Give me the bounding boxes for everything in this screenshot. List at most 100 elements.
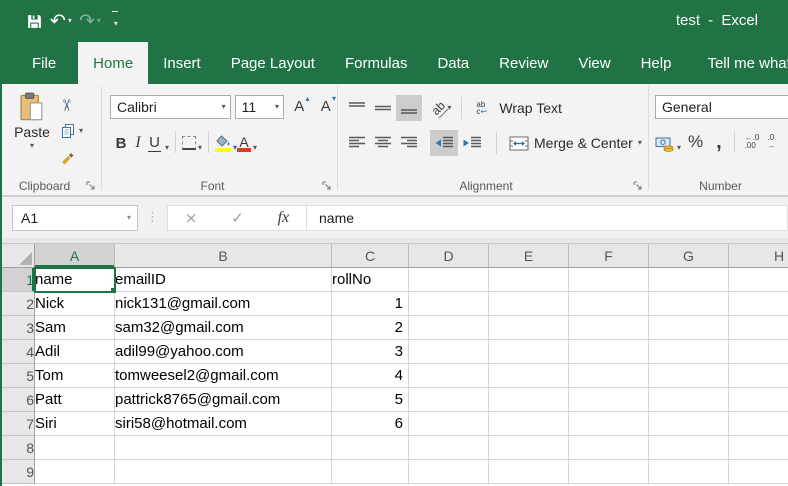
cell-D4[interactable] xyxy=(409,340,489,364)
alignment-dialog-launcher[interactable] xyxy=(633,181,643,191)
cell-F8[interactable] xyxy=(569,436,649,460)
cell-H2[interactable] xyxy=(729,292,788,316)
cancel-icon[interactable]: × xyxy=(185,209,198,227)
cell-C1[interactable]: rollNo xyxy=(332,268,409,292)
cell-C2[interactable]: 1 xyxy=(332,292,409,316)
cell-C6[interactable]: 5 xyxy=(332,388,409,412)
cell-F1[interactable] xyxy=(569,268,649,292)
cell-G9[interactable] xyxy=(649,460,729,484)
cell-D9[interactable] xyxy=(409,460,489,484)
increase-decimal-button[interactable]: ←.0 .00 xyxy=(741,134,764,150)
tab-file[interactable]: File xyxy=(10,42,78,84)
cell-B4[interactable]: adil99@yahoo.com xyxy=(115,340,332,364)
cut-button[interactable]: ✂ xyxy=(57,94,83,116)
cell-D5[interactable] xyxy=(409,364,489,388)
underline-dropdown-arrow-icon[interactable]: ▾ xyxy=(165,144,169,152)
tab-review[interactable]: Review xyxy=(484,42,563,84)
bottom-align-button[interactable] xyxy=(396,95,422,121)
cell-H4[interactable] xyxy=(729,340,788,364)
copy-dropdown-arrow-icon[interactable]: ▾ xyxy=(79,127,83,135)
top-align-button[interactable] xyxy=(344,95,370,121)
cell-F3[interactable] xyxy=(569,316,649,340)
cell-G5[interactable] xyxy=(649,364,729,388)
formula-input[interactable]: name xyxy=(307,204,788,231)
row-header-9[interactable]: 9 xyxy=(2,460,35,484)
decrease-font-size-button[interactable]: A ▾ xyxy=(315,94,337,119)
align-left-button[interactable] xyxy=(344,130,370,156)
cell-B7[interactable]: siri58@hotmail.com xyxy=(115,412,332,436)
copy-button[interactable]: ▾ xyxy=(60,120,83,142)
tab-insert[interactable]: Insert xyxy=(148,42,216,84)
cell-H9[interactable] xyxy=(729,460,788,484)
select-all-corner[interactable] xyxy=(2,244,35,268)
paste-button[interactable]: Paste ▾ xyxy=(10,92,54,168)
fill-color-button[interactable]: ▾ xyxy=(215,129,237,155)
cell-A8[interactable] xyxy=(35,436,115,460)
cell-F2[interactable] xyxy=(569,292,649,316)
fill-handle[interactable] xyxy=(110,287,114,291)
merge-center-dropdown-arrow-icon[interactable]: ▾ xyxy=(638,139,642,147)
name-box-dropdown-arrow-icon[interactable]: ▾ xyxy=(127,213,131,222)
bold-button[interactable]: B xyxy=(112,129,130,155)
cell-E3[interactable] xyxy=(489,316,569,340)
cell-F4[interactable] xyxy=(569,340,649,364)
column-header-d[interactable]: D xyxy=(409,244,489,268)
tell-me-search[interactable]: Tell me what yo xyxy=(700,42,788,84)
merge-center-button[interactable]: Merge & Center ▾ xyxy=(509,135,642,151)
clipboard-dialog-launcher[interactable] xyxy=(86,181,96,191)
comma-style-button[interactable]: , xyxy=(710,132,728,152)
increase-indent-button[interactable] xyxy=(458,130,486,156)
borders-dropdown-arrow-icon[interactable]: ▾ xyxy=(198,144,202,152)
decrease-indent-button[interactable] xyxy=(430,130,458,156)
column-header-f[interactable]: F xyxy=(569,244,649,268)
cell-A1[interactable]: name xyxy=(34,267,116,293)
column-header-b[interactable]: B xyxy=(115,244,332,268)
row-header-3[interactable]: 3 xyxy=(2,316,35,340)
font-name-dropdown-arrow-icon[interactable]: ▾ xyxy=(222,103,226,111)
cell-H6[interactable] xyxy=(729,388,788,412)
font-size-combo[interactable]: 11 ▾ xyxy=(234,95,285,119)
font-color-button[interactable]: A ▾ xyxy=(237,129,257,155)
column-header-e[interactable]: E xyxy=(489,244,569,268)
cell-C7[interactable]: 6 xyxy=(332,412,409,436)
align-right-button[interactable] xyxy=(396,130,422,156)
borders-button[interactable]: ▾ xyxy=(182,129,202,155)
cell-B9[interactable] xyxy=(115,460,332,484)
cell-E4[interactable] xyxy=(489,340,569,364)
cell-D1[interactable] xyxy=(409,268,489,292)
cell-F9[interactable] xyxy=(569,460,649,484)
save-button[interactable] xyxy=(26,13,43,30)
cell-H5[interactable] xyxy=(729,364,788,388)
cell-G2[interactable] xyxy=(649,292,729,316)
cell-B2[interactable]: nick131@gmail.com xyxy=(115,292,332,316)
column-header-c[interactable]: C xyxy=(332,244,409,268)
row-header-2[interactable]: 2 xyxy=(2,292,35,316)
cell-A5[interactable]: Tom xyxy=(35,364,115,388)
cell-E8[interactable] xyxy=(489,436,569,460)
cell-F5[interactable] xyxy=(569,364,649,388)
tab-view[interactable]: View xyxy=(563,42,625,84)
tab-page-layout[interactable]: Page Layout xyxy=(216,42,330,84)
cell-G7[interactable] xyxy=(649,412,729,436)
number-format-combo[interactable]: General xyxy=(655,95,788,119)
cell-G8[interactable] xyxy=(649,436,729,460)
column-header-g[interactable]: G xyxy=(649,244,729,268)
formula-bar-grip-icon[interactable]: ⋮ xyxy=(138,210,167,225)
cell-D2[interactable] xyxy=(409,292,489,316)
cell-A2[interactable]: Nick xyxy=(35,292,115,316)
cell-H1[interactable] xyxy=(729,268,788,292)
cell-C8[interactable] xyxy=(332,436,409,460)
undo-button[interactable]: ↶ ▾ xyxy=(50,11,72,31)
cell-F7[interactable] xyxy=(569,412,649,436)
cell-E9[interactable] xyxy=(489,460,569,484)
cell-B3[interactable]: sam32@gmail.com xyxy=(115,316,332,340)
cell-A4[interactable]: Adil xyxy=(35,340,115,364)
tab-help[interactable]: Help xyxy=(626,42,687,84)
increase-font-size-button[interactable]: A ▴ xyxy=(288,94,310,119)
font-name-combo[interactable]: Calibri ▾ xyxy=(110,95,231,119)
cell-G6[interactable] xyxy=(649,388,729,412)
cell-B6[interactable]: pattrick8765@gmail.com xyxy=(115,388,332,412)
cell-E5[interactable] xyxy=(489,364,569,388)
cell-D7[interactable] xyxy=(409,412,489,436)
row-header-4[interactable]: 4 xyxy=(2,340,35,364)
